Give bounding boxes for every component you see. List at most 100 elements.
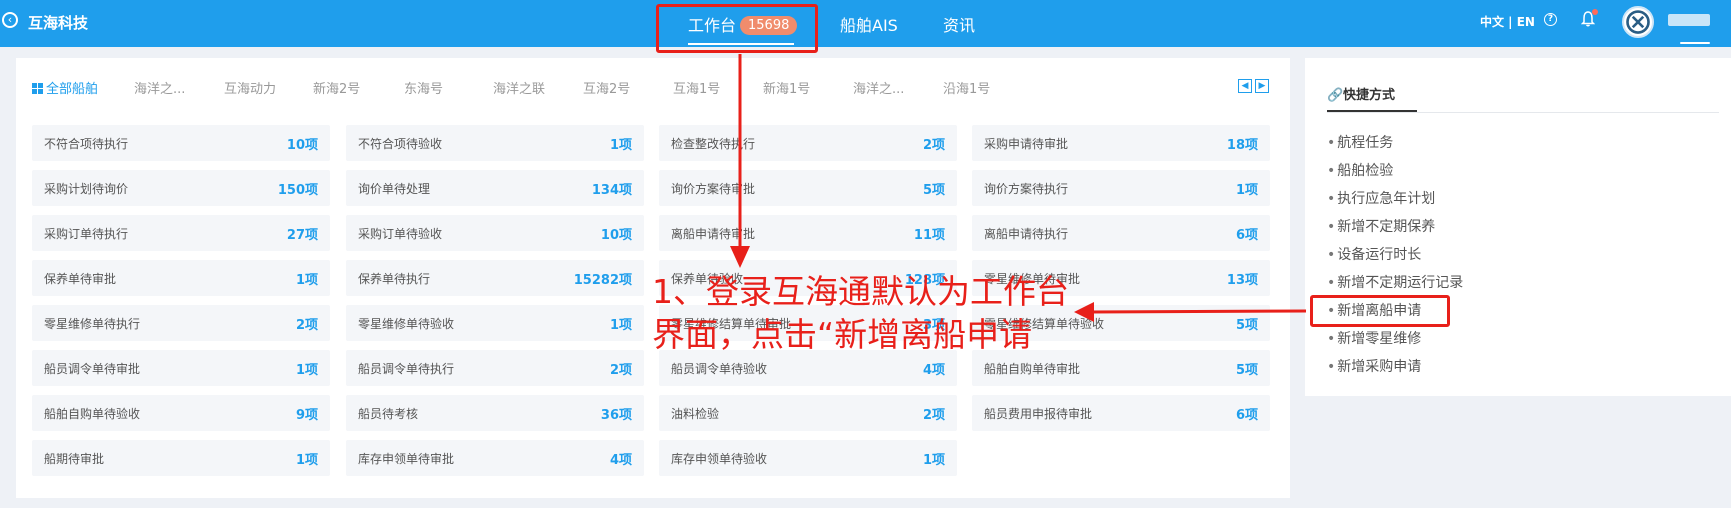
avatar[interactable] xyxy=(1622,6,1654,38)
task-card[interactable]: 采购订单待验收 10项 xyxy=(346,215,644,251)
task-label: 保养单待执行 xyxy=(358,272,431,286)
task-card[interactable]: 船舶自购单待验收 9项 xyxy=(32,395,330,431)
task-count[interactable]: 18项 xyxy=(1227,134,1258,153)
task-card[interactable]: 不符合项待验收 1项 xyxy=(346,125,644,161)
task-card[interactable]: 零星维修单待执行 2项 xyxy=(32,305,330,341)
task-card[interactable]: 采购申请待审批 18项 xyxy=(972,125,1270,161)
task-label: 不符合项待验收 xyxy=(358,137,443,151)
task-count[interactable]: 4项 xyxy=(923,359,945,378)
task-card[interactable]: 油料检验 2项 xyxy=(659,395,957,431)
task-card[interactable]: 船期待审批 1项 xyxy=(32,440,330,476)
task-card[interactable]: 询价方案待执行 1项 xyxy=(972,170,1270,206)
task-card[interactable]: 不符合项待执行 10项 xyxy=(32,125,330,161)
quick-item-add-maintenance[interactable]: 新增不定期保养 xyxy=(1327,216,1435,236)
quick-item-add-purchase[interactable]: 新增采购申请 xyxy=(1327,356,1421,376)
tab-news[interactable]: 资讯 xyxy=(943,12,975,36)
quick-item-emergency-plan[interactable]: 执行应急年计划 xyxy=(1327,188,1435,208)
task-count[interactable]: 10项 xyxy=(601,224,632,243)
task-count[interactable]: 2项 xyxy=(923,134,945,153)
task-card[interactable]: 检查整改待执行 2项 xyxy=(659,125,957,161)
task-card[interactable]: 船员调令单待执行 2项 xyxy=(346,350,644,386)
task-label: 船舶自购单待审批 xyxy=(984,362,1081,376)
task-count[interactable]: 2项 xyxy=(610,359,632,378)
task-card[interactable]: 询价单待处理 134项 xyxy=(346,170,644,206)
task-card[interactable]: 保养单待执行 15282项 xyxy=(346,260,644,296)
task-card[interactable]: 库存申领单待审批 4项 xyxy=(346,440,644,476)
help-icon[interactable]: ? xyxy=(1544,13,1557,26)
task-label: 采购计划待询价 xyxy=(44,182,129,196)
task-card[interactable]: 零星维修单待验收 1项 xyxy=(346,305,644,341)
task-count[interactable]: 5项 xyxy=(923,179,945,198)
ship-tabs-prev-button[interactable]: ◀ xyxy=(1238,79,1252,93)
task-count[interactable]: 6项 xyxy=(1236,224,1258,243)
task-count[interactable]: 1项 xyxy=(296,269,318,288)
task-count[interactable]: 13项 xyxy=(1227,269,1258,288)
task-card[interactable]: 库存申领单待验收 1项 xyxy=(659,440,957,476)
task-card[interactable]: 船员费用申报待审批 6项 xyxy=(972,395,1270,431)
quick-item-equipment-hours[interactable]: 设备运行时长 xyxy=(1327,244,1421,264)
task-count[interactable]: 9项 xyxy=(296,404,318,423)
ship-tab[interactable]: 互海2号 xyxy=(583,78,630,97)
quick-item-ship-inspection[interactable]: 船舶检验 xyxy=(1327,160,1393,180)
ship-tab[interactable]: 海洋之... xyxy=(134,78,185,97)
quick-item-voyage-task[interactable]: 航程任务 xyxy=(1327,132,1393,152)
task-count[interactable]: 36项 xyxy=(601,404,632,423)
workbench-highlight-box xyxy=(656,4,818,53)
task-label: 保养单待审批 xyxy=(44,272,117,286)
task-count[interactable]: 1项 xyxy=(610,134,632,153)
ship-tab-all[interactable]: 全部船舶 xyxy=(32,78,98,97)
task-count[interactable]: 1项 xyxy=(610,314,632,333)
task-label: 库存申领单待审批 xyxy=(358,452,455,466)
ship-tab[interactable]: 互海动力 xyxy=(224,78,276,97)
task-count[interactable]: 27项 xyxy=(287,224,318,243)
task-count[interactable]: 134项 xyxy=(592,179,632,198)
task-label: 船期待审批 xyxy=(44,452,105,466)
ship-tab[interactable]: 海洋之... xyxy=(853,78,904,97)
task-card[interactable]: 采购计划待询价 150项 xyxy=(32,170,330,206)
task-label: 询价方案待审批 xyxy=(671,182,756,196)
task-label: 船员费用申报待审批 xyxy=(984,407,1093,421)
task-count[interactable]: 4项 xyxy=(610,449,632,468)
task-label: 采购订单待验收 xyxy=(358,227,443,241)
ship-tab[interactable]: 沿海1号 xyxy=(943,78,990,97)
task-card[interactable]: 询价方案待审批 5项 xyxy=(659,170,957,206)
task-count[interactable]: 15282项 xyxy=(574,269,632,288)
ship-tab[interactable]: 互海1号 xyxy=(673,78,720,97)
task-count[interactable]: 150项 xyxy=(278,179,318,198)
quick-panel: 🔗快捷方式 航程任务 船舶检验 执行应急年计划 新增不定期保养 设备运行时长 新… xyxy=(1305,58,1731,396)
task-count[interactable]: 5项 xyxy=(1236,314,1258,333)
task-label: 船员调令单待审批 xyxy=(44,362,141,376)
ship-tab[interactable]: 海洋之联 xyxy=(493,78,545,97)
task-count[interactable]: 1项 xyxy=(923,449,945,468)
task-card[interactable]: 保养单待审批 1项 xyxy=(32,260,330,296)
task-label: 采购订单待执行 xyxy=(44,227,129,241)
top-bar: ‹ 互海科技 工作台 15698 船舶AIS 资讯 中文 | EN ? xyxy=(0,0,1731,47)
ship-tab[interactable]: 东海号 xyxy=(404,78,443,97)
back-icon[interactable]: ‹ xyxy=(2,12,18,28)
ship-tab[interactable]: 新海1号 xyxy=(763,78,810,97)
language-switch[interactable]: 中文 | EN xyxy=(1480,13,1535,30)
quick-item-add-repair[interactable]: 新增零星维修 xyxy=(1327,328,1421,348)
task-card[interactable]: 离船申请待执行 6项 xyxy=(972,215,1270,251)
task-label: 库存申领单待验收 xyxy=(671,452,768,466)
user-name[interactable] xyxy=(1668,14,1710,26)
task-count[interactable]: 2项 xyxy=(296,314,318,333)
ship-tabs-next-button[interactable]: ▶ xyxy=(1255,79,1269,93)
task-card[interactable]: 离船申请待审批 11项 xyxy=(659,215,957,251)
task-count[interactable]: 11项 xyxy=(914,224,945,243)
task-label: 离船申请待审批 xyxy=(671,227,756,241)
ship-tab[interactable]: 新海2号 xyxy=(313,78,360,97)
grid-icon xyxy=(32,83,43,94)
task-card[interactable]: 船员待考核 36项 xyxy=(346,395,644,431)
task-count[interactable]: 10项 xyxy=(287,134,318,153)
quick-item-add-run-record[interactable]: 新增不定期运行记录 xyxy=(1327,272,1463,292)
task-card[interactable]: 船员调令单待审批 1项 xyxy=(32,350,330,386)
task-count[interactable]: 5项 xyxy=(1236,359,1258,378)
task-count[interactable]: 1项 xyxy=(296,449,318,468)
task-count[interactable]: 6项 xyxy=(1236,404,1258,423)
task-count[interactable]: 1项 xyxy=(296,359,318,378)
task-count[interactable]: 2项 xyxy=(923,404,945,423)
tab-ship-ais[interactable]: 船舶AIS xyxy=(840,12,898,36)
task-card[interactable]: 采购订单待执行 27项 xyxy=(32,215,330,251)
task-count[interactable]: 1项 xyxy=(1236,179,1258,198)
